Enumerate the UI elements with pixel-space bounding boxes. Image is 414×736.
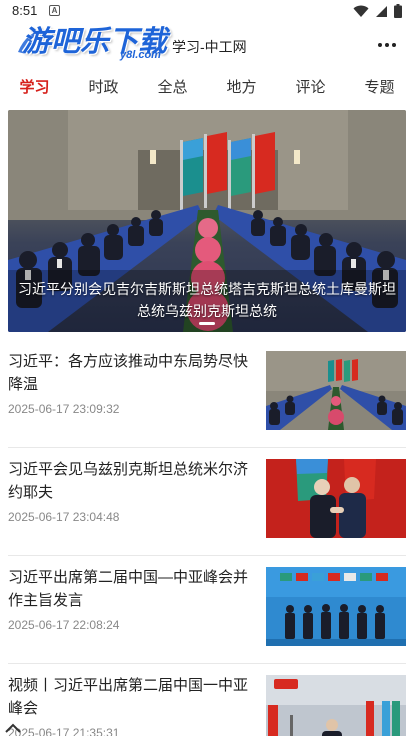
app-header: 游吧乐下载 y8l.com 学习-中工网 xyxy=(0,24,414,68)
tab-difang[interactable]: 地方 xyxy=(207,70,276,106)
more-dot-icon xyxy=(392,43,396,47)
more-dot-icon xyxy=(378,43,382,47)
wifi-icon xyxy=(353,5,369,17)
hero-banner[interactable]: 习近平分别会见吉尔吉斯斯坦总统塔吉克斯坦总统土库曼斯坦总统乌兹别克斯坦总统 xyxy=(8,110,406,332)
news-item[interactable]: 视频丨习近平出席第二届中国一中亚峰会 2025-06-17 21:35:31 xyxy=(8,664,406,736)
signal-icon xyxy=(376,5,387,17)
news-item[interactable]: 习近平会见乌兹别克斯坦总统米尔济约耶夫 2025-06-17 23:04:48 xyxy=(8,448,406,556)
news-title: 习近平出席第二届中国—中亚峰会并作主旨发言 xyxy=(8,569,249,609)
news-item[interactable]: 习近平：各方应该推动中东局势尽快降温 2025-06-17 23:09:32 xyxy=(8,340,406,448)
summit-group-thumbnail-image xyxy=(266,567,406,646)
news-thumbnail xyxy=(266,567,406,646)
logo-subtext: y8l.com xyxy=(120,49,161,61)
news-thumbnail xyxy=(266,675,406,736)
category-tabs: 学习 时政 全总 地方 评论 专题 xyxy=(0,70,414,106)
news-item[interactable]: 习近平出席第二届中国—中亚峰会并作主旨发言 2025-06-17 22:08:2… xyxy=(8,556,406,664)
tab-quanzong[interactable]: 全总 xyxy=(138,70,207,106)
video-thumbnail-image xyxy=(266,675,406,736)
news-time: 2025-06-17 23:04:48 xyxy=(8,510,120,524)
hero-caption: 习近平分别会见吉尔吉斯斯坦总统塔吉克斯坦总统土库曼斯坦总统乌兹别克斯坦总统 xyxy=(18,281,396,319)
battery-icon xyxy=(394,4,402,18)
news-time: 2025-06-17 21:35:31 xyxy=(8,726,120,736)
notification-icon: A xyxy=(49,5,60,16)
news-time: 2025-06-17 23:09:32 xyxy=(8,402,120,416)
carousel-indicator xyxy=(199,322,215,325)
tab-pinglun[interactable]: 评论 xyxy=(276,70,345,106)
news-list: 习近平：各方应该推动中东局势尽快降温 2025-06-17 23:09:32 习… xyxy=(0,340,414,736)
news-title: 习近平：各方应该推动中东局势尽快降温 xyxy=(8,353,249,393)
news-title: 习近平会见乌兹别克斯坦总统米尔济约耶夫 xyxy=(8,461,249,501)
news-title: 视频丨习近平出席第二届中国一中亚峰会 xyxy=(8,677,249,717)
tab-xuexi[interactable]: 学习 xyxy=(0,70,69,106)
status-time: 8:51 xyxy=(12,3,38,18)
status-icons xyxy=(353,4,402,18)
tab-shizheng[interactable]: 时政 xyxy=(69,70,138,106)
more-dot-icon xyxy=(385,43,389,47)
news-thumbnail xyxy=(266,459,406,538)
gesture-chevron-icon xyxy=(5,723,21,733)
watermark-logo: 游吧乐下载 y8l.com xyxy=(14,18,182,66)
more-menu-button[interactable] xyxy=(374,32,400,58)
tab-zhuanti[interactable]: 专题 xyxy=(345,70,414,106)
handshake-thumbnail-image xyxy=(266,459,406,538)
news-time: 2025-06-17 22:08:24 xyxy=(8,618,120,632)
meeting-thumbnail-image xyxy=(266,351,406,430)
page-title: 学习-中工网 xyxy=(172,39,247,55)
news-thumbnail xyxy=(266,351,406,430)
